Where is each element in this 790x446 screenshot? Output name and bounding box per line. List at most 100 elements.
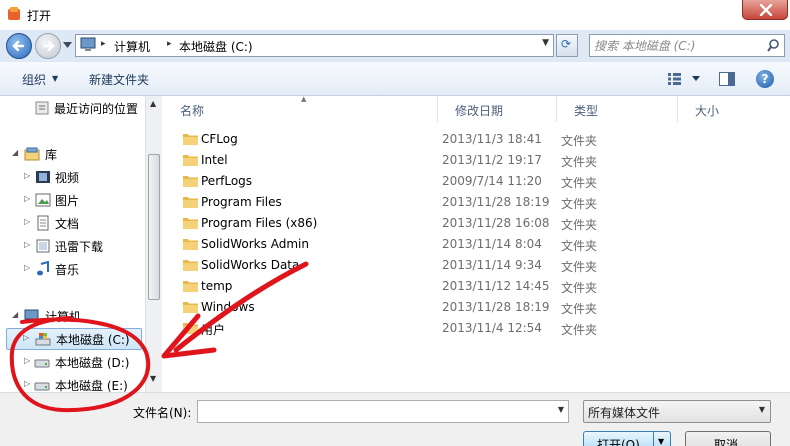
file-list: ▲ 名称 修改日期 类型 大小 CFLog 2013/11/3 18:41 文件夹 I… [163,95,790,392]
breadcrumb-computer[interactable]: 计算机 [114,38,150,55]
file-date: 2013/11/28 18:19 [442,300,550,314]
collapsed-arrow-icon[interactable]: ▷ [24,217,30,226]
file-name: Windows [201,300,255,314]
table-row[interactable]: temp 2013/11/12 14:45 文件夹 [163,276,790,297]
collapsed-arrow-icon[interactable]: ▷ [24,194,30,203]
close-icon [759,4,773,16]
file-date: 2009/7/14 11:20 [442,174,542,188]
table-row[interactable]: Program Files (x86) 2013/11/28 16:08 文件夹 [163,213,790,234]
column-header-name[interactable]: 名称 [163,96,438,122]
search-input[interactable] [594,37,760,54]
expanded-arrow-icon[interactable]: ◢ [12,310,18,319]
scroll-up-icon[interactable]: ▲ [150,99,156,108]
file-date: 2013/11/3 18:41 [442,132,542,146]
new-folder-button[interactable]: 新建文件夹 [89,71,149,88]
nav-item-music[interactable]: ▷ 音乐 [24,259,142,279]
column-header-date[interactable]: 修改日期 [438,96,557,122]
nav-item-drive-e[interactable]: ▷ 本地磁盘 (E:) [24,375,142,392]
file-type: 文件夹 [561,281,598,295]
file-name: SolidWorks Data [201,258,300,272]
window-title: 打开 [27,9,52,23]
nav-item-xunlei-download[interactable]: ▷ 迅雷下载 [24,236,142,256]
nav-item-pictures[interactable]: ▷ 图片 [24,190,142,210]
cancel-button[interactable]: 取消 [685,431,771,446]
navigation-pane-scrollbar[interactable]: ▲ ▼ [145,96,162,392]
nav-item-drive-c[interactable]: ▷ 本地磁盘 (C:) [6,328,142,350]
refresh-button[interactable]: ⟳ [556,34,578,57]
forward-button[interactable] [35,33,61,59]
scrollbar-thumb[interactable] [148,154,160,300]
file-name: Program Files [201,195,282,209]
file-name: 用户 [201,323,226,337]
file-type: 文件夹 [561,260,598,274]
address-bar[interactable]: ▸ 计算机 ▸ 本地磁盘 (C:) ▼ [75,34,554,57]
nav-item-recent-places[interactable]: 最近访问的位置 [30,98,144,118]
expanded-arrow-icon[interactable]: ◢ [12,148,18,157]
view-options-icon[interactable] [668,73,704,85]
file-date: 2013/11/2 19:17 [442,153,542,167]
back-arrow-icon [12,40,25,52]
file-type: 文件夹 [561,302,598,316]
nav-item-library[interactable]: ◢ 库 [12,144,142,164]
file-date: 2013/11/14 8:04 [442,237,542,251]
collapsed-arrow-icon[interactable]: ▷ [24,356,30,365]
table-row[interactable]: 用户 2013/11/4 12:54 文件夹 [163,318,790,339]
file-type: 文件夹 [561,218,598,232]
table-row[interactable]: Windows 2013/11/28 18:19 文件夹 [163,297,790,318]
file-date: 2013/11/14 9:34 [442,258,542,272]
recent-places-icon [35,101,49,115]
collapsed-arrow-icon[interactable]: ▷ [24,171,30,180]
collapsed-arrow-icon[interactable]: ▷ [24,263,30,272]
file-type: 文件夹 [561,155,598,169]
nav-item-computer[interactable]: ◢ 计算机 [12,306,142,326]
column-header-type[interactable]: 类型 [557,96,678,122]
collapsed-arrow-icon[interactable]: ▷ [24,240,30,249]
music-icon [37,261,49,276]
preview-pane-button[interactable] [719,72,735,86]
file-name: Program Files (x86) [201,216,318,230]
column-header-size[interactable]: 大小 [678,96,790,122]
file-date: 2013/11/12 14:45 [442,279,550,293]
breadcrumb-separator-icon: ▸ [101,39,106,49]
table-row[interactable]: SolidWorks Admin 2013/11/14 8:04 文件夹 [163,234,790,255]
table-row[interactable]: PerfLogs 2009/7/14 11:20 文件夹 [163,171,790,192]
chevron-down-icon[interactable]: ▼ [558,405,564,414]
folder-icon [183,155,198,166]
breadcrumb-drive-c[interactable]: 本地磁盘 (C:) [179,38,253,55]
scroll-down-icon[interactable]: ▼ [150,374,156,383]
drive-icon [34,359,50,368]
chevron-down-icon[interactable]: ▼ [542,38,549,48]
computer-icon [24,309,39,322]
download-folder-icon [36,239,50,253]
filename-field[interactable]: ▼ [197,400,569,423]
close-button[interactable] [742,0,788,20]
table-row[interactable]: CFLog 2013/11/3 18:41 文件夹 [163,129,790,150]
table-row[interactable]: Program Files 2013/11/28 18:19 文件夹 [163,192,790,213]
collapsed-arrow-icon[interactable]: ▷ [23,333,29,342]
back-button[interactable] [6,33,32,59]
documents-icon [37,215,49,231]
search-icon [767,39,779,52]
folder-icon [183,134,198,145]
help-button[interactable]: ? [756,70,774,88]
table-row[interactable]: SolidWorks Data 2013/11/14 9:34 文件夹 [163,255,790,276]
history-dropdown-icon[interactable] [63,42,72,48]
organize-button[interactable]: 组织 [22,71,46,88]
collapsed-arrow-icon[interactable]: ▷ [24,379,30,388]
filename-input[interactable] [201,403,549,420]
pictures-icon [35,193,51,207]
open-button[interactable]: 打开(O) ▼ [583,431,671,446]
filename-label: 文件名(N): [133,406,192,420]
file-type: 文件夹 [561,323,598,337]
nav-item-documents[interactable]: ▷ 文档 [24,213,142,233]
computer-icon [80,37,96,51]
search-box[interactable] [589,34,785,57]
file-type-select[interactable]: 所有媒体文件 ▼ [583,400,771,423]
nav-item-video[interactable]: ▷ 视频 [24,167,142,187]
nav-item-drive-d[interactable]: ▷ 本地磁盘 (D:) [24,352,142,372]
chevron-down-icon: ▼ [52,74,59,83]
table-row[interactable]: Intel 2013/11/2 19:17 文件夹 [163,150,790,171]
file-name: SolidWorks Admin [201,237,309,251]
library-icon [24,147,40,161]
chevron-down-icon[interactable]: ▼ [658,437,664,446]
